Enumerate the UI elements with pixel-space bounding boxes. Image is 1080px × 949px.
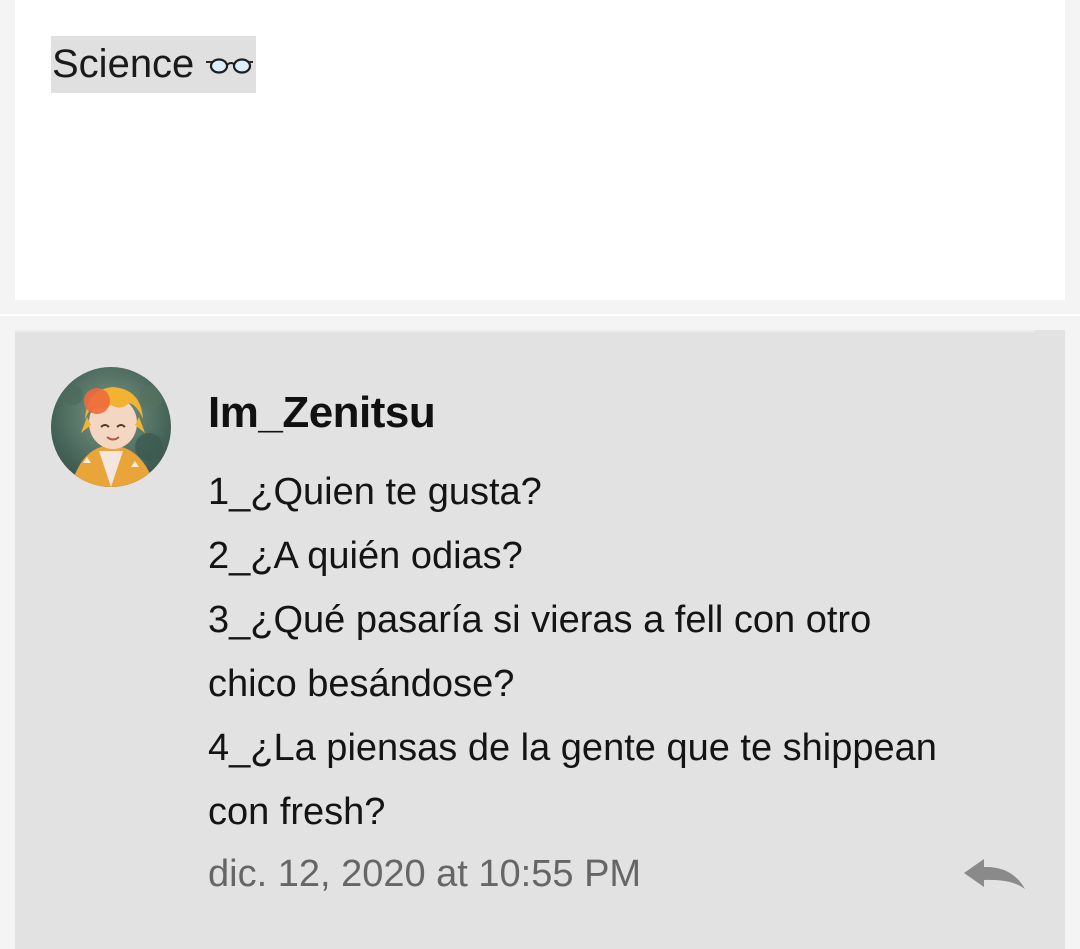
tag-chip-science[interactable]: Science bbox=[51, 36, 257, 93]
comment-timestamp: dic. 12, 2020 at 10:55 PM bbox=[208, 853, 642, 895]
reply-icon bbox=[962, 857, 1028, 898]
comment-line: con fresh? bbox=[208, 791, 386, 833]
comment-card-topline bbox=[15, 330, 1035, 332]
reply-button[interactable] bbox=[961, 856, 1029, 898]
comment-line: chico besándose? bbox=[208, 663, 515, 705]
tag-label: Science bbox=[52, 42, 195, 86]
comment-author[interactable]: Im_Zenitsu bbox=[208, 388, 436, 438]
avatar[interactable] bbox=[51, 367, 171, 487]
comment-line: 4_¿La piensas de la gente que te shippea… bbox=[208, 727, 937, 769]
comment-line: 3_¿Qué pasaría si vieras a fell con otro bbox=[208, 599, 872, 641]
comment-message: 1_¿Quien te gusta? 2_¿A quién odias? 3_¿… bbox=[208, 460, 1028, 844]
comment-line: 1_¿Quien te gusta? bbox=[208, 471, 542, 513]
comment-card: Im_Zenitsu 1_¿Quien te gusta? 2_¿A quién… bbox=[15, 330, 1065, 949]
tag-card: Science bbox=[15, 0, 1065, 300]
glasses-icon bbox=[204, 54, 254, 76]
section-divider bbox=[0, 300, 1080, 315]
section-divider-line bbox=[0, 314, 1080, 316]
comment-line: 2_¿A quién odias? bbox=[208, 535, 523, 577]
